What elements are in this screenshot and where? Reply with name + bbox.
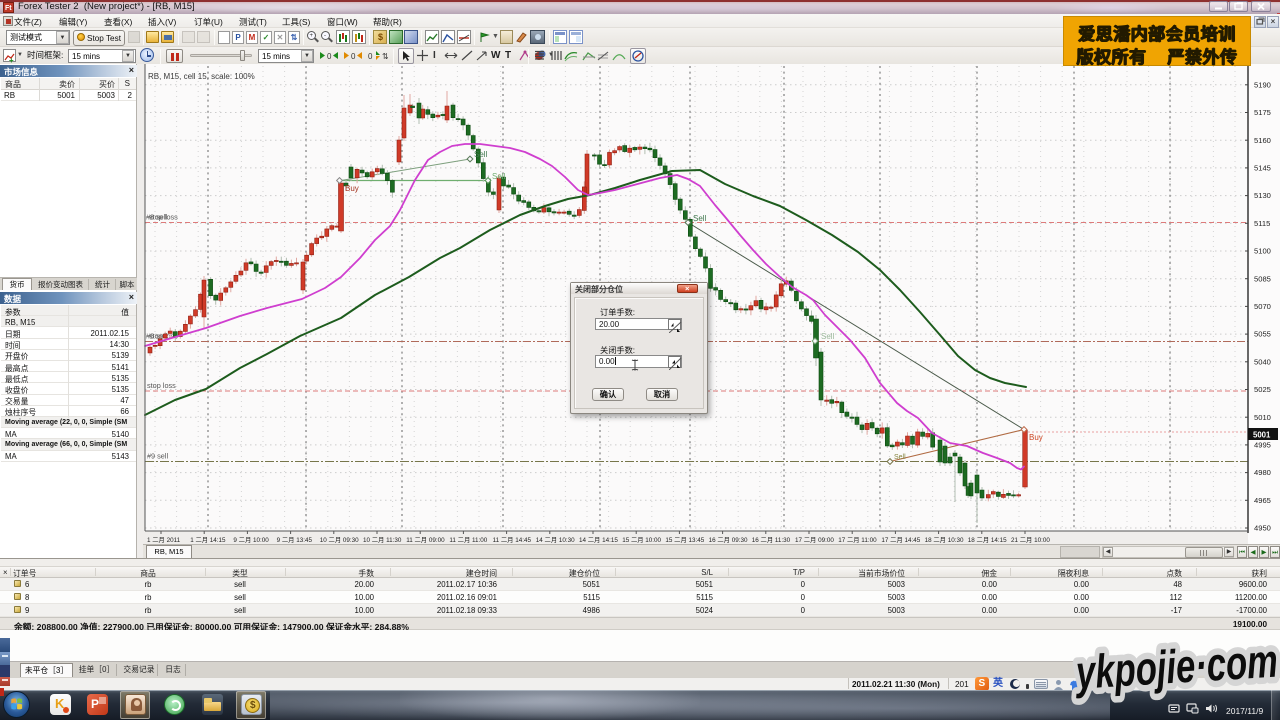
svg-text:5130: 5130	[1254, 191, 1271, 200]
svg-text:17 二月 14:45: 17 二月 14:45	[881, 536, 920, 544]
svg-text:5070: 5070	[1254, 302, 1271, 311]
svg-text:Sell: Sell	[474, 150, 488, 159]
svg-text:17 二月 09:00: 17 二月 09:00	[795, 536, 834, 544]
svg-text:RB, M15, cell 15, scale: 100%: RB, M15, cell 15, scale: 100%	[148, 72, 255, 81]
svg-text:0: 0	[327, 52, 332, 61]
svg-text:5001: 5001	[1253, 431, 1271, 440]
svg-text:stop loss: stop loss	[149, 213, 178, 222]
svg-text:0: 0	[368, 52, 373, 61]
svg-text:21 二月 10:00: 21 二月 10:00	[1011, 536, 1050, 544]
svg-text:Buy: Buy	[1029, 433, 1043, 442]
svg-text:5025: 5025	[1254, 385, 1271, 394]
svg-text:Sell: Sell	[693, 214, 707, 223]
svg-text:10 二月 11:30: 10 二月 11:30	[363, 536, 402, 544]
svg-text:11 二月 11:00: 11 二月 11:00	[449, 536, 487, 544]
svg-text:1 二月 2011: 1 二月 2011	[147, 536, 181, 544]
svg-text:0: 0	[351, 52, 356, 61]
svg-text:9 二月 10:00: 9 二月 10:00	[233, 536, 269, 544]
svg-text:5160: 5160	[1254, 136, 1271, 145]
svg-text:5085: 5085	[1254, 274, 1271, 283]
svg-text:5055: 5055	[1254, 330, 1271, 339]
svg-text:5190: 5190	[1254, 80, 1271, 89]
svg-text:4965: 4965	[1254, 496, 1271, 505]
svg-text:#9 sell: #9 sell	[147, 452, 168, 461]
svg-text:5040: 5040	[1254, 357, 1271, 366]
svg-text:15 二月 10:00: 15 二月 10:00	[622, 536, 661, 544]
svg-text:4980: 4980	[1254, 468, 1271, 477]
svg-text:5010: 5010	[1254, 413, 1271, 422]
svg-text:4995: 4995	[1254, 441, 1271, 450]
svg-text:11 二月 14:45: 11 二月 14:45	[493, 536, 532, 544]
svg-text:Sell: Sell	[492, 172, 506, 181]
svg-text:10 二月 09:30: 10 二月 09:30	[320, 536, 359, 544]
svg-text:5100: 5100	[1254, 247, 1271, 256]
svg-text:Sell: Sell	[894, 454, 906, 461]
svg-text:17 二月 11:00: 17 二月 11:00	[838, 536, 877, 544]
svg-text:9 二月 13:45: 9 二月 13:45	[277, 536, 313, 544]
svg-text:16 二月 09:30: 16 二月 09:30	[709, 536, 748, 544]
svg-text:Buy: Buy	[345, 184, 359, 193]
svg-text:5115: 5115	[1254, 219, 1270, 228]
svg-text:14 二月 14:15: 14 二月 14:15	[579, 536, 618, 544]
svg-text:11 二月 09:00: 11 二月 09:00	[406, 536, 445, 544]
svg-text:14 二月 10:30: 14 二月 10:30	[536, 536, 575, 544]
svg-text:+: +	[9, 56, 14, 63]
svg-text:5145: 5145	[1254, 164, 1271, 173]
svg-text:⇅: ⇅	[382, 52, 388, 61]
svg-text:18 二月 10:30: 18 二月 10:30	[925, 536, 964, 544]
svg-text:ykpojie·com: ykpojie·com	[1073, 634, 1279, 699]
svg-text:15 二月 13:45: 15 二月 13:45	[665, 536, 704, 544]
svg-text:Sell: Sell	[821, 332, 835, 341]
svg-text:16 二月 11:30: 16 二月 11:30	[752, 536, 791, 544]
svg-text:stop loss: stop loss	[147, 381, 176, 390]
svg-text:5175: 5175	[1254, 108, 1271, 117]
svg-text:18 二月 14:15: 18 二月 14:15	[968, 536, 1007, 544]
svg-text:4950: 4950	[1254, 524, 1271, 533]
svg-text:1 二月 14:15: 1 二月 14:15	[190, 536, 226, 544]
